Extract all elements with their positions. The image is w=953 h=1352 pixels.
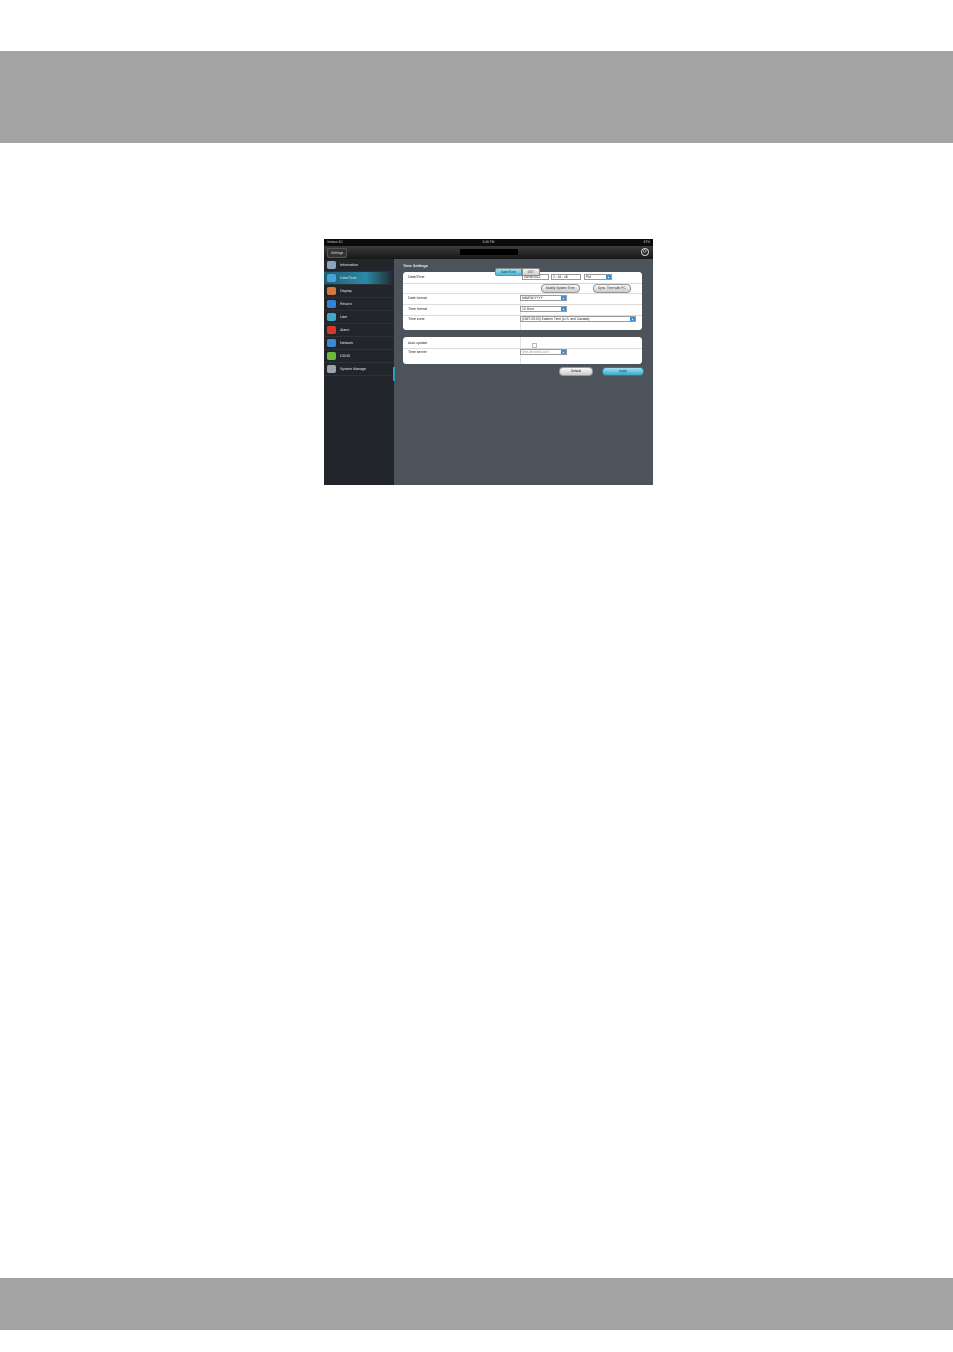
time-server-panel: Auto update Time server time.windows.com… xyxy=(403,337,642,364)
record-icon xyxy=(327,300,336,308)
network-icon xyxy=(327,339,336,347)
sidebar-item-label: System Manage xyxy=(340,367,366,371)
date-format-select[interactable]: MM/DD/YYYY ▴ xyxy=(520,295,567,301)
select-arrow-icon: ▴ xyxy=(561,307,566,311)
display-icon xyxy=(327,287,336,295)
modify-system-time-button[interactable]: Modify System Time xyxy=(541,284,580,293)
sidebar-item-label: Information xyxy=(340,263,358,267)
ipad-screenshot: Verizon 3G 5:36 PM 87% Settings ⟳ Inform… xyxy=(324,239,653,485)
date-format-label: Date format xyxy=(408,296,427,300)
select-arrow-icon: ▴ xyxy=(606,275,611,279)
main-content: Time Settings Date/Time 05/05/2012 2 : 3… xyxy=(394,259,653,485)
tab-dst[interactable]: DST xyxy=(521,268,540,276)
settings-back-button[interactable]: Settings xyxy=(327,248,348,258)
time-input[interactable]: 2 : 34 : 48 xyxy=(551,274,581,280)
time-format-select[interactable]: 12-Hour ▴ xyxy=(520,306,567,312)
sidebar-item-label: Display xyxy=(340,289,352,293)
sidebar-item-user[interactable]: User xyxy=(324,311,394,324)
status-bar: Verizon 3G 5:36 PM 87% xyxy=(324,239,653,246)
battery-text: 87% xyxy=(643,240,650,244)
sidebar-item-label: Date/Time xyxy=(340,276,357,280)
sidebar-item-label: Alarm xyxy=(340,328,350,332)
info-icon xyxy=(327,261,336,269)
nav-bar: Settings ⟳ xyxy=(324,246,653,259)
alarm-icon xyxy=(327,326,336,334)
sidebar-item-network[interactable]: Network xyxy=(324,337,394,350)
section-title: Time Settings xyxy=(403,264,428,268)
default-button[interactable]: Default xyxy=(559,367,593,376)
time-server-select[interactable]: time.windows.com ▴ xyxy=(520,349,567,355)
ampm-value: PM xyxy=(586,275,591,279)
datetime-panel: Date/Time 05/05/2012 2 : 34 : 48 PM ▴ Mo… xyxy=(403,272,642,330)
select-arrow-icon: ▴ xyxy=(630,317,635,321)
sidebar-item-record[interactable]: Record xyxy=(324,298,394,311)
bottom-gray-band xyxy=(0,1278,953,1330)
date-format-value: MM/DD/YYYY xyxy=(522,296,543,300)
sidebar-item-alarm[interactable]: Alarm xyxy=(324,324,394,337)
sidebar-item-information[interactable]: Information xyxy=(324,259,394,272)
sidebar-item-system-manage[interactable]: System Manage xyxy=(324,363,394,376)
select-arrow-icon: ▴ xyxy=(561,350,566,354)
sidebar-item-display[interactable]: Display xyxy=(324,285,394,298)
auto-update-label: Auto update xyxy=(408,341,428,345)
top-gray-band xyxy=(0,51,953,143)
time-server-placeholder: time.windows.com xyxy=(522,350,549,354)
time-zone-value: (GMT-05:00) Eastern Time (U.S. and Canad… xyxy=(522,317,590,321)
system-manage-icon xyxy=(327,365,336,373)
column-divider xyxy=(520,337,521,348)
time-format-label: Time format xyxy=(408,307,428,311)
sidebar: Information Date/Time Display Record Use… xyxy=(324,259,394,485)
sidebar-item-label: Network xyxy=(340,341,354,345)
sidebar-item-ddns[interactable]: DDNS xyxy=(324,350,394,363)
clock-text: 5:36 PM xyxy=(482,240,495,244)
select-arrow-icon: ▴ xyxy=(561,296,566,300)
sidebar-item-label: Record xyxy=(340,302,352,306)
sidebar-item-label: DDNS xyxy=(340,354,351,358)
time-zone-row: Time zone (GMT-05:00) Eastern Time (U.S.… xyxy=(403,315,642,330)
sidebar-item-date-time[interactable]: Date/Time xyxy=(324,272,394,285)
time-server-row: Time server time.windows.com ▴ xyxy=(403,348,642,364)
refresh-icon[interactable]: ⟳ xyxy=(641,248,649,256)
ddns-icon xyxy=(327,352,336,360)
time-server-label: Time server xyxy=(408,350,427,354)
time-zone-label: Time zone xyxy=(408,317,425,321)
ampm-select[interactable]: PM ▴ xyxy=(584,274,612,280)
nav-title-redacted xyxy=(460,249,518,255)
calendar-clock-icon xyxy=(327,274,336,282)
user-icon xyxy=(327,313,336,321)
sync-time-with-pc-button[interactable]: Sync. Time with PC xyxy=(593,284,631,293)
sidebar-item-label: User xyxy=(340,315,348,319)
tab-date-time[interactable]: Date/Time xyxy=(495,268,522,276)
apply-button[interactable]: Apply xyxy=(602,367,644,376)
tab-bar: Date/Time DST xyxy=(495,268,540,276)
time-format-value: 12-Hour xyxy=(522,307,534,311)
datetime-label: Date/Time xyxy=(408,275,425,279)
time-zone-select[interactable]: (GMT-05:00) Eastern Time (U.S. and Canad… xyxy=(520,316,636,322)
